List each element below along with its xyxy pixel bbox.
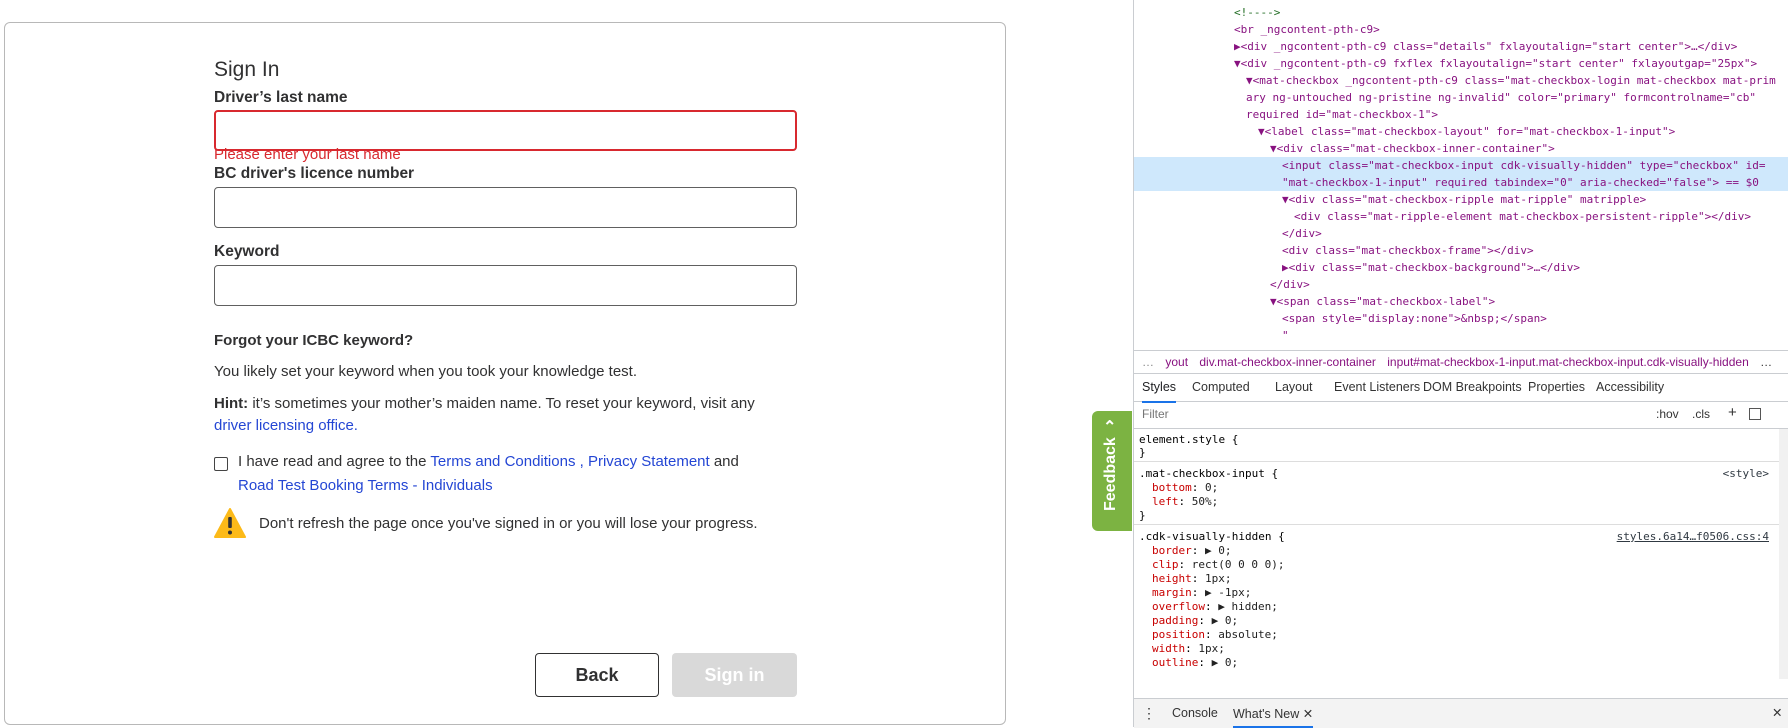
- css-declaration[interactable]: left: 50%;: [1152, 495, 1218, 508]
- css-declaration[interactable]: bottom: 0;: [1152, 481, 1218, 494]
- dom-node-line[interactable]: ▶<div _ngcontent-pth-c9 class="details" …: [1134, 38, 1788, 55]
- dom-node-line[interactable]: ▼<div class="mat-checkbox-ripple mat-rip…: [1134, 191, 1788, 208]
- booking-terms-link[interactable]: Road Test Booking Terms - Individuals: [238, 477, 493, 494]
- element-style-selector[interactable]: element.style {: [1139, 433, 1238, 446]
- close-drawer-icon[interactable]: ✕: [1772, 705, 1782, 720]
- page-title: Sign In: [214, 58, 280, 81]
- warning-text: Don't refresh the page once you've signe…: [259, 515, 758, 532]
- licence-label: BC driver's licence number: [214, 165, 415, 182]
- dom-node-line[interactable]: <br _ngcontent-pth-c9>: [1134, 21, 1788, 38]
- dom-node-line[interactable]: ▼<mat-checkbox _ngcontent-pth-c9 class="…: [1134, 72, 1788, 89]
- dom-node-line[interactable]: required id="mat-checkbox-1">: [1134, 106, 1788, 123]
- dom-node-line[interactable]: ary ng-untouched ng-pristine ng-invalid"…: [1134, 89, 1788, 106]
- dom-node-line[interactable]: <span style="display:none">&nbsp;</span>: [1134, 310, 1788, 327]
- rule-divider: [1134, 461, 1779, 462]
- web-page: Sign In Driver’s last name Please enter …: [0, 0, 1132, 727]
- crumb-layout[interactable]: yout: [1165, 355, 1188, 369]
- hint-paragraph: Hint: it’s sometimes your mother’s maide…: [214, 393, 798, 437]
- driver-licensing-office-link[interactable]: driver licensing office.: [214, 417, 358, 434]
- rule-source-link[interactable]: styles.6a14…f0506.css:4: [1617, 530, 1769, 543]
- css-declaration[interactable]: margin: ▶ -1px;: [1152, 586, 1251, 599]
- tab-properties[interactable]: Properties: [1528, 373, 1585, 401]
- crumb-inner-container[interactable]: div.mat-checkbox-inner-container: [1199, 355, 1376, 369]
- elements-tree[interactable]: <!----> <br _ngcontent-pth-c9> ▶<div _ngco…: [1134, 0, 1788, 348]
- rule-divider: [1134, 524, 1779, 525]
- crumb-input[interactable]: input#mat-checkbox-1-input.mat-checkbox-…: [1387, 355, 1749, 369]
- last-name-error: Please enter your last name: [214, 146, 401, 163]
- rule-source: <style>: [1722, 467, 1769, 480]
- keyword-label: Keyword: [214, 243, 280, 260]
- forgot-keyword-text: You likely set your keyword when you too…: [214, 363, 638, 380]
- dom-node-line[interactable]: </div>: [1134, 225, 1788, 242]
- breadcrumb: … yout div.mat-checkbox-inner-container …: [1134, 350, 1788, 374]
- feedback-tab[interactable]: ⌃ Feedback: [1092, 411, 1132, 531]
- dom-node-line[interactable]: ▼<div _ngcontent-pth-c9 fxflex fxlayouta…: [1134, 55, 1788, 72]
- hint-label: Hint:: [214, 395, 249, 412]
- chevron-up-icon: ⌃: [1103, 419, 1117, 436]
- terms-link[interactable]: Terms and Conditions ,: [430, 453, 583, 470]
- agree-prefix: I have read and agree to the: [238, 453, 431, 470]
- hov-toggle[interactable]: :hov: [1656, 407, 1679, 421]
- warning-icon: [214, 508, 246, 538]
- tab-whats-new[interactable]: What's New ✕: [1233, 706, 1314, 728]
- dom-node-line[interactable]: <input class="mat-checkbox-input cdk-vis…: [1134, 157, 1788, 174]
- dom-node-line[interactable]: ▼<div class="mat-checkbox-inner-containe…: [1134, 140, 1788, 157]
- tab-accessibility[interactable]: Accessibility: [1596, 373, 1664, 401]
- devtools-panel: <!----> <br _ngcontent-pth-c9> ▶<div _ngco…: [1133, 0, 1788, 728]
- css-declaration[interactable]: position: absolute;: [1152, 628, 1278, 641]
- tab-console[interactable]: Console: [1172, 706, 1218, 720]
- tab-event-listeners[interactable]: Event Listeners: [1334, 373, 1420, 401]
- agree-text: I have read and agree to the Terms and C…: [238, 450, 798, 498]
- css-declaration[interactable]: border: ▶ 0;: [1152, 544, 1232, 557]
- tab-layout[interactable]: Layout: [1275, 373, 1313, 401]
- privacy-link[interactable]: Privacy Statement: [588, 453, 710, 470]
- css-declaration[interactable]: outline: ▶ 0;: [1152, 656, 1238, 669]
- dom-node-line[interactable]: <div class="mat-ripple-element mat-check…: [1134, 208, 1788, 225]
- tab-styles[interactable]: Styles: [1142, 373, 1177, 403]
- dom-node-line[interactable]: "mat-checkbox-1-input" required tabindex…: [1134, 174, 1788, 191]
- styles-tabs: Styles Computed Layout Event Listeners D…: [1134, 373, 1788, 403]
- rule-close: }: [1139, 446, 1146, 459]
- keyword-input[interactable]: [214, 265, 797, 306]
- dom-node-line[interactable]: ▼<label class="mat-checkbox-layout" for=…: [1134, 123, 1788, 140]
- agree-and: and: [709, 453, 739, 470]
- more-icon[interactable]: ⋮: [1142, 705, 1156, 722]
- tab-computed[interactable]: Computed: [1192, 373, 1250, 401]
- css-declaration[interactable]: width: 1px;: [1152, 642, 1225, 655]
- rule-close: }: [1139, 509, 1146, 522]
- cls-toggle[interactable]: .cls: [1692, 407, 1710, 421]
- styles-scrollbar[interactable]: [1779, 429, 1788, 679]
- agree-checkbox[interactable]: [214, 457, 228, 471]
- dom-node-line[interactable]: ▶<div class="mat-checkbox-background">…<…: [1134, 259, 1788, 276]
- dom-node-line[interactable]: <div class="mat-checkbox-frame"></div>: [1134, 242, 1788, 259]
- last-name-label: Driver’s last name: [214, 89, 348, 106]
- back-button[interactable]: Back: [535, 653, 659, 697]
- crumb-ellipsis[interactable]: …: [1142, 355, 1154, 369]
- css-declaration[interactable]: height: 1px;: [1152, 572, 1232, 585]
- sign-in-button[interactable]: Sign in: [672, 653, 797, 697]
- close-icon[interactable]: ✕: [1303, 707, 1313, 721]
- licence-input[interactable]: [214, 187, 797, 228]
- css-declaration[interactable]: overflow: ▶ hidden;: [1152, 600, 1278, 613]
- drawer-tabs: ⋮ Console What's New ✕ ✕: [1134, 698, 1788, 728]
- dom-node-line[interactable]: ": [1134, 327, 1788, 344]
- rule-selector[interactable]: .cdk-visually-hidden {: [1139, 530, 1285, 543]
- dom-node-line[interactable]: <!---->: [1134, 4, 1788, 21]
- styles-filter-bar: :hov .cls +: [1134, 402, 1788, 429]
- forgot-keyword-heading: Forgot your ICBC keyword?: [214, 332, 414, 349]
- rule-selector[interactable]: .mat-checkbox-input {: [1139, 467, 1278, 480]
- styles-pane: element.style { } .mat-checkbox-input { …: [1134, 429, 1779, 679]
- tab-dom-breakpoints[interactable]: DOM Breakpoints: [1423, 373, 1522, 401]
- css-declaration[interactable]: clip: rect(0 0 0 0);: [1152, 558, 1284, 571]
- toggle-sidebar-icon[interactable]: [1749, 408, 1761, 420]
- last-name-input[interactable]: [214, 110, 797, 151]
- crumb-more[interactable]: …: [1760, 355, 1772, 369]
- filter-input[interactable]: [1140, 406, 1564, 422]
- hint-text: it’s sometimes your mother’s maiden name…: [248, 395, 755, 412]
- feedback-label: Feedback: [1102, 437, 1119, 511]
- dom-node-line[interactable]: ▼<span class="mat-checkbox-label">: [1134, 293, 1788, 310]
- dom-node-line[interactable]: </div>: [1134, 276, 1788, 293]
- new-rule-button[interactable]: +: [1728, 404, 1737, 421]
- css-declaration[interactable]: padding: ▶ 0;: [1152, 614, 1238, 627]
